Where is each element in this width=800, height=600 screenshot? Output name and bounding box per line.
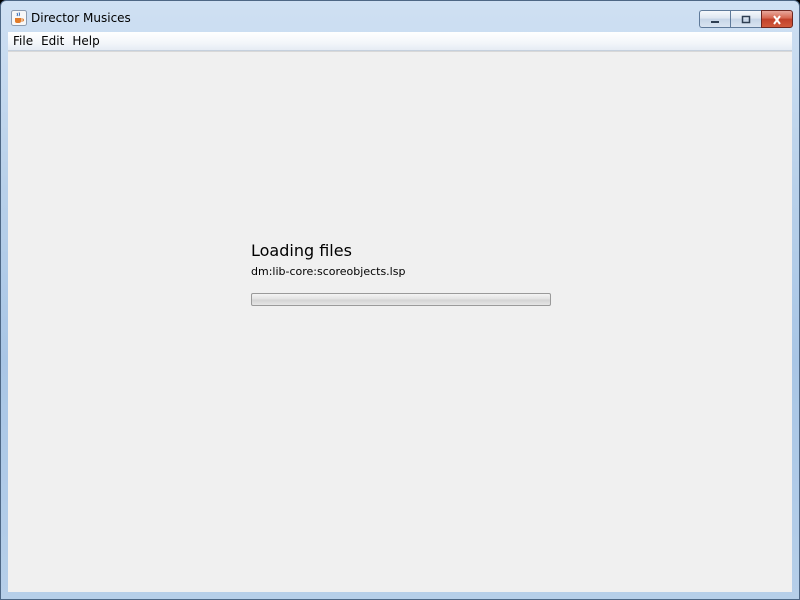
- java-coffee-cup-icon[interactable]: [11, 10, 27, 26]
- maximize-icon: [740, 10, 752, 29]
- loading-current-file: dm:lib-core:scoreobjects.lsp: [251, 265, 406, 278]
- close-icon: [771, 10, 783, 29]
- caption-buttons: [699, 10, 793, 28]
- menu-help[interactable]: Help: [68, 32, 103, 50]
- loading-title: Loading files: [251, 241, 352, 260]
- close-button[interactable]: [761, 10, 793, 28]
- menu-edit[interactable]: Edit: [37, 32, 68, 50]
- loading-progress-bar: [251, 293, 551, 306]
- menu-bar: File Edit Help: [8, 32, 792, 51]
- window-title: Director Musices: [31, 11, 131, 25]
- minimize-icon: [709, 10, 721, 29]
- menu-file[interactable]: File: [8, 32, 37, 50]
- main-content-area: Loading files dm:lib-core:scoreobjects.l…: [8, 51, 792, 592]
- maximize-button[interactable]: [730, 10, 761, 28]
- application-window: Director Musices File Edit Help Loading …: [0, 0, 800, 600]
- title-bar[interactable]: Director Musices: [1, 1, 799, 32]
- minimize-button[interactable]: [699, 10, 730, 28]
